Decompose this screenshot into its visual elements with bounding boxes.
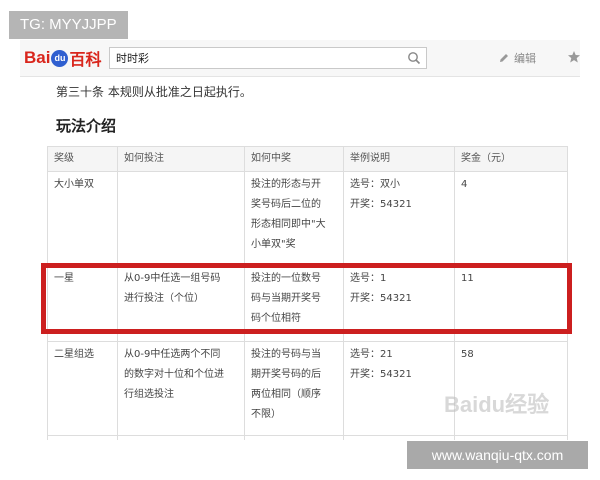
cell-line: 选号：21 <box>350 349 393 360</box>
search-box <box>109 47 427 69</box>
pencil-icon <box>500 54 508 62</box>
level-cell: 大小单双 <box>47 171 118 266</box>
logo-baike-text: 百科 <box>69 52 102 69</box>
how-bet-cell <box>117 171 245 266</box>
table-header: 如何中奖 <box>244 146 344 172</box>
section-title: 玩法介绍 <box>56 117 117 135</box>
cell-line: 从0-9中任选一组号码 <box>124 273 221 284</box>
search-icon[interactable] <box>407 51 421 65</box>
edit-button[interactable]: 编辑 <box>498 50 536 66</box>
cell-line: 投注的号码与当 <box>251 349 321 360</box>
cell-line: 选号：双小 <box>350 179 400 190</box>
top-bar: Bai du 百科 编辑 <box>20 40 580 77</box>
cell-line: 奖号码后二位的 <box>251 199 321 210</box>
overlay-tag: TG: MYYJJPP <box>9 11 128 39</box>
how-win-cell: 投注的一位数号 码与当期开奖号 码个位相符 <box>244 265 344 342</box>
footer-url-label: www.wanqiu-qtx.com <box>407 441 588 469</box>
cell-line: 开奖：54321 <box>350 199 412 210</box>
cell-line: 进行投注（个位） <box>124 293 204 304</box>
table-row <box>47 435 568 440</box>
logo-bai-text: Bai <box>24 48 51 67</box>
how-win-cell: 投注的形态与开 奖号码后二位的 形态相同即中"大 小单双"奖 <box>244 171 344 266</box>
table-header: 举例说明 <box>343 146 455 172</box>
table-header: 奖金（元） <box>454 146 568 172</box>
screenshot-content: Bai du 百科 编辑 第三十条 本规则从批准之日起执行。 玩法介绍 奖级 <box>20 40 580 440</box>
cell-line: 形态相同即中"大 <box>251 219 326 230</box>
how-bet-cell: 从0-9中任选两个不同 的数字对十位和个位进 行组选投注 <box>117 341 245 436</box>
table-header-row: 奖级 如何投注 如何中奖 举例说明 奖金（元） <box>47 146 568 172</box>
cell-line: 从0-9中任选两个不同 <box>124 349 221 360</box>
cell-line: 两位相同（顺序 <box>251 389 321 400</box>
table-header: 奖级 <box>47 146 118 172</box>
cell-line: 开奖：54321 <box>350 293 412 304</box>
cell-line: 投注的形态与开 <box>251 179 321 190</box>
baidu-baike-logo[interactable]: Bai du 百科 <box>24 47 101 69</box>
cell-line: 期开奖号码的后 <box>251 369 321 380</box>
cell-line: 开奖：54321 <box>350 369 412 380</box>
prize-cell: 11 <box>454 265 568 342</box>
watermark: Baidu经验 <box>444 392 550 417</box>
cell-line: 小单双"奖 <box>251 239 296 250</box>
star-icon[interactable] <box>567 50 580 64</box>
table-header: 如何投注 <box>117 146 245 172</box>
how-bet-cell: 从0-9中任选一组号码 进行投注（个位） <box>117 265 245 342</box>
cell-line: 的数字对十位和个位进 <box>124 369 224 380</box>
cell-line: 码个位相符 <box>251 313 301 324</box>
level-cell: 二星组选 <box>47 341 118 436</box>
cell-line: 不限） <box>251 409 281 420</box>
table-row: 大小单双 投注的形态与开 奖号码后二位的 形态相同即中"大 小单双"奖 选号：双… <box>47 171 568 266</box>
example-cell: 选号：双小 开奖：54321 <box>343 171 455 266</box>
how-win-cell: 投注的号码与当 期开奖号码的后 两位相同（顺序 不限） <box>244 341 344 436</box>
cell-line: 选号：1 <box>350 273 387 284</box>
cell-line: 投注的一位数号 <box>251 273 321 284</box>
prize-cell: 4 <box>454 171 568 266</box>
edit-label: 编辑 <box>514 52 536 65</box>
level-cell: 一星 <box>47 265 118 342</box>
cell-line: 行组选投注 <box>124 389 174 400</box>
search-input[interactable] <box>116 50 396 66</box>
cell-line: 码与当期开奖号 <box>251 293 321 304</box>
article-line: 第三十条 本规则从批准之日起执行。 <box>56 85 252 99</box>
table-row: 一星 从0-9中任选一组号码 进行投注（个位） 投注的一位数号 码与当期开奖号 … <box>47 265 568 342</box>
example-cell: 选号：1 开奖：54321 <box>343 265 455 342</box>
example-cell: 选号：21 开奖：54321 <box>343 341 455 436</box>
logo-paw-icon: du <box>51 49 69 67</box>
